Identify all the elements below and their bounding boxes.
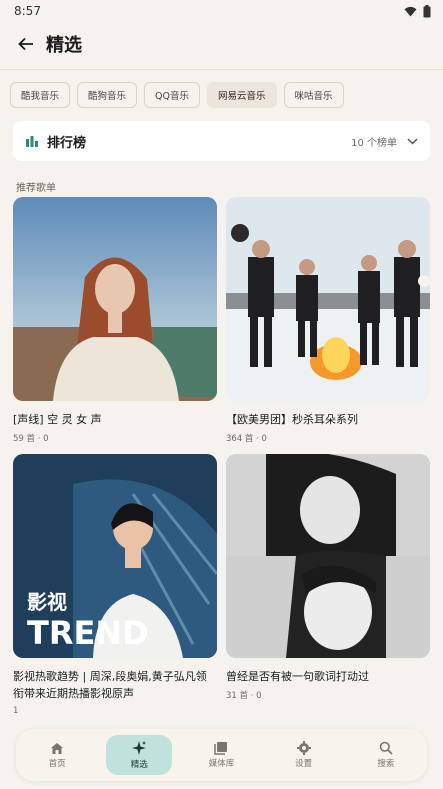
playlist-title: [声线] 空 灵 女 声 bbox=[13, 413, 102, 426]
nav-search[interactable]: 搜索 bbox=[353, 735, 419, 775]
bottom-nav: 首页 精选 媒体库 设置 搜索 bbox=[16, 729, 427, 781]
chevron-down-icon[interactable] bbox=[407, 137, 418, 145]
playlist-meta: 59 首 · 0 bbox=[13, 434, 49, 444]
back-button[interactable] bbox=[14, 32, 38, 56]
cover-text-main: 影视 bbox=[27, 590, 67, 614]
nav-featured[interactable]: 精选 bbox=[106, 735, 173, 775]
playlist-title: 【欧美男团】秒杀耳朵系列 bbox=[226, 413, 358, 426]
playlist-meta: 1 bbox=[13, 706, 19, 716]
library-icon bbox=[214, 742, 228, 755]
page-title: 精选 bbox=[46, 35, 82, 56]
status-bar: 8:57 bbox=[0, 0, 443, 22]
sparkle-icon bbox=[132, 741, 147, 755]
battery-icon bbox=[423, 4, 431, 17]
gear-icon bbox=[296, 741, 311, 755]
search-icon bbox=[379, 741, 393, 755]
chip-netease[interactable]: 网易云音乐 bbox=[207, 82, 277, 108]
playlist-card[interactable]: 【欧美男团】秒杀耳朵系列 364 首 · 0 bbox=[226, 197, 430, 454]
playlist-cover[interactable] bbox=[226, 454, 430, 658]
bar-chart-icon bbox=[26, 136, 38, 147]
status-icons bbox=[404, 4, 431, 18]
section-label: 推荐歌单 bbox=[16, 183, 56, 194]
app-bar: 精选 bbox=[0, 22, 443, 66]
nav-label: 媒体库 bbox=[208, 759, 235, 769]
nav-label: 搜索 bbox=[377, 759, 395, 769]
playlist-title: 影视热歌趋势 | 周深,段奥娟,黄子弘凡领衔带来近期热播影视原声 bbox=[13, 670, 207, 700]
nav-settings[interactable]: 设置 bbox=[271, 735, 337, 775]
nav-library[interactable]: 媒体库 bbox=[188, 735, 254, 775]
playlist-grid: [声线] 空 灵 女 声 59 首 · 0 【欧美男团】秒杀耳朵系列 364 首… bbox=[0, 197, 443, 728]
rank-card[interactable]: 排行榜 10 个榜单 bbox=[13, 121, 430, 161]
rank-title: 排行榜 bbox=[47, 135, 87, 151]
playlist-cover[interactable]: 影视 TREND bbox=[13, 454, 217, 658]
playlist-card[interactable]: 曾经是否有被一句歌词打动过 31 首 · 0 bbox=[226, 454, 430, 728]
wifi-icon bbox=[404, 6, 417, 16]
chip-migu[interactable]: 咪咕音乐 bbox=[283, 82, 344, 108]
arrow-left-icon bbox=[18, 37, 33, 51]
playlist-card[interactable]: [声线] 空 灵 女 声 59 首 · 0 bbox=[13, 197, 217, 454]
nav-home[interactable]: 首页 bbox=[24, 735, 90, 775]
chip-qq[interactable]: QQ音乐 bbox=[144, 82, 200, 108]
playlist-cover[interactable] bbox=[226, 197, 430, 401]
playlist-meta: 364 首 · 0 bbox=[226, 434, 267, 444]
nav-label: 首页 bbox=[48, 758, 66, 769]
status-time: 8:57 bbox=[14, 4, 41, 18]
playlist-meta: 31 首 · 0 bbox=[226, 691, 262, 701]
chip-kugou[interactable]: 酷狗音乐 bbox=[77, 82, 138, 108]
chip-kuwo[interactable]: 酷我音乐 bbox=[10, 82, 71, 108]
playlist-cover[interactable] bbox=[13, 197, 217, 401]
nav-label: 设置 bbox=[295, 759, 313, 769]
playlist-card[interactable]: 影视 TREND 影视热歌趋势 | 周深,段奥娟,黄子弘凡领衔带来近期热播影视原… bbox=[13, 454, 217, 728]
nav-label: 精选 bbox=[130, 760, 148, 770]
home-icon bbox=[51, 742, 64, 754]
source-chips: 酷我音乐 酷狗音乐 QQ音乐 网易云音乐 咪咕音乐 bbox=[0, 70, 443, 108]
rank-count: 10 个榜单 bbox=[351, 137, 397, 149]
cover-text-trend: TREND bbox=[27, 614, 149, 652]
playlist-title: 曾经是否有被一句歌词打动过 bbox=[226, 670, 369, 683]
